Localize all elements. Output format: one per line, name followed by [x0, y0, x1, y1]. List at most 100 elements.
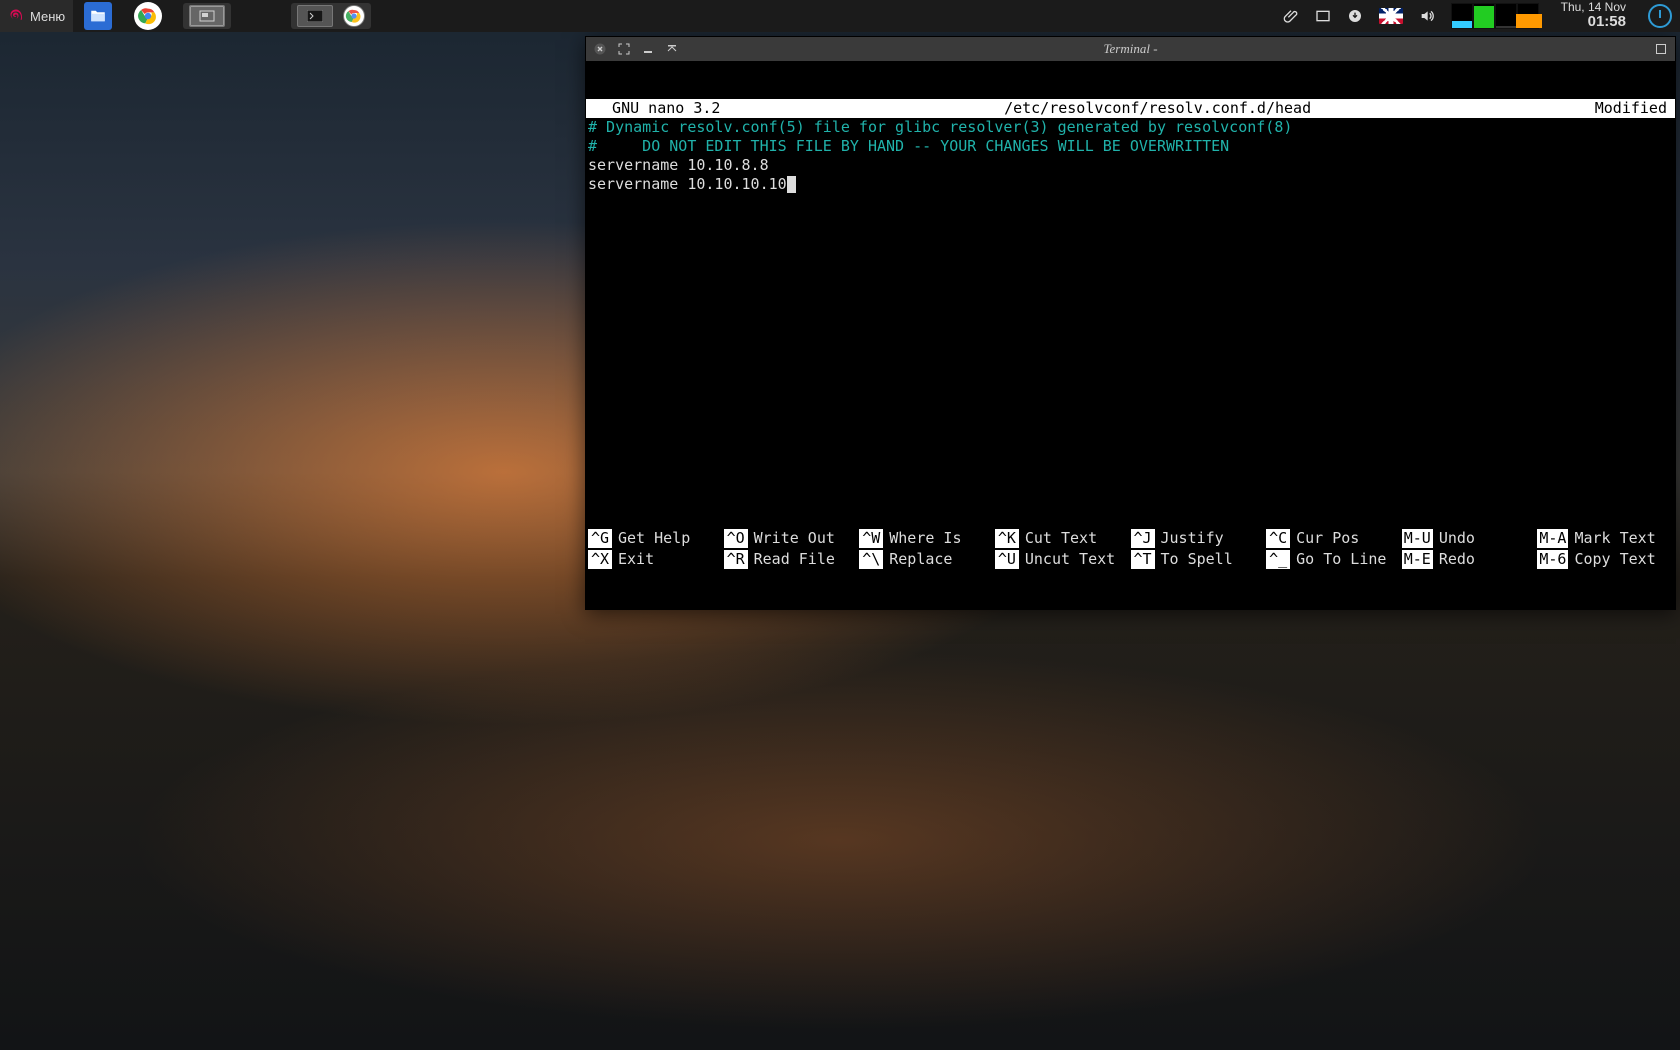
nano-shortcut: ^G Get Help	[588, 529, 724, 548]
download-circle-icon	[1347, 8, 1363, 24]
nano-status: Modified	[1587, 99, 1675, 118]
files-icon	[89, 7, 107, 25]
shortcut-key: ^C	[1266, 529, 1290, 548]
editor-line: # Dynamic resolv.conf(5) file for glibc …	[588, 118, 1673, 137]
shortcut-label: Undo	[1439, 529, 1475, 548]
window-close-button[interactable]	[590, 39, 610, 59]
clock-time: 01:58	[1561, 14, 1626, 31]
workspace-icon	[1315, 8, 1331, 24]
taskbar-group-1	[183, 3, 231, 29]
shortcut-label: Cut Text	[1025, 529, 1097, 548]
launcher-chrome[interactable]	[123, 0, 173, 32]
shortcut-key: ^X	[588, 550, 612, 569]
terminal-icon	[307, 10, 323, 22]
nano-shortcut: ^R Read File	[724, 550, 860, 569]
system-monitor-graph	[1451, 3, 1539, 29]
nano-shortcut: ^\ Replace	[859, 550, 995, 569]
nano-shortcut: ^T To Spell	[1131, 550, 1267, 569]
applications-menu-button[interactable]: Меню	[0, 0, 73, 32]
shortcut-label: Where Is	[889, 529, 961, 548]
speaker-icon	[1419, 8, 1435, 24]
minimize-icon	[642, 43, 654, 55]
shortcut-label: Copy Text	[1574, 550, 1655, 569]
nano-shortcut: ^_Go To Line	[1266, 550, 1402, 569]
window-minimize-button[interactable]	[638, 39, 658, 59]
close-icon	[594, 43, 606, 55]
chrome-icon	[137, 5, 159, 27]
window-maximize-button[interactable]	[1651, 39, 1671, 59]
tray-keyboard-layout[interactable]	[1371, 0, 1411, 32]
shortcut-key: ^R	[724, 550, 748, 569]
nano-shortcut: ^C Cur Pos	[1266, 529, 1402, 548]
shortcut-key: ^U	[995, 550, 1019, 569]
tray-system-monitor[interactable]	[1443, 0, 1547, 32]
shortcut-label: Cur Pos	[1296, 529, 1359, 548]
shortcut-label: Mark Text	[1574, 529, 1655, 548]
shortcut-label: To Spell	[1161, 550, 1233, 569]
top-panel: Меню	[0, 0, 1680, 32]
chrome-icon	[345, 7, 363, 25]
power-icon	[1648, 4, 1672, 28]
shortcut-key: ^J	[1131, 529, 1155, 548]
nano-shortcut: M-6 Copy Text	[1537, 550, 1673, 569]
shortcut-label: Exit	[618, 550, 654, 569]
tray-volume[interactable]	[1411, 0, 1443, 32]
shortcut-key: M-6	[1537, 550, 1568, 569]
debian-logo-icon	[8, 8, 24, 24]
nano-filename: /etc/resolvconf/resolv.conf.d/head	[728, 99, 1586, 118]
uk-flag-icon	[1379, 8, 1403, 24]
tray-clock[interactable]: Thu, 14 Nov 01:58	[1547, 0, 1640, 32]
shortcut-key: ^W	[859, 529, 883, 548]
nano-shortcuts-row1: ^G Get Help ^OWrite Out^W Where Is ^K Cut Tex…	[586, 529, 1675, 550]
window-titlebar[interactable]: Terminal -	[586, 37, 1675, 61]
nano-shortcut: ^W Where Is	[859, 529, 995, 548]
shortcut-key: ^G	[588, 529, 612, 548]
shortcut-label: Read File	[754, 550, 835, 569]
nano-shortcut: ^OWrite Out	[724, 529, 860, 548]
nano-shortcut: ^K Cut Text	[995, 529, 1131, 548]
shortcut-label: Get Help	[618, 529, 690, 548]
nano-header: GNU nano 3.2 /etc/resolvconf/resolv.conf…	[586, 99, 1675, 118]
shortcut-key: M-U	[1402, 529, 1433, 548]
shortcut-label: Replace	[889, 550, 952, 569]
shortcut-key: M-A	[1537, 529, 1568, 548]
shortcut-label: Uncut Text	[1025, 550, 1115, 569]
shortcut-label: Justify	[1161, 529, 1224, 548]
shortcut-label: Write Out	[754, 529, 835, 548]
text-cursor	[787, 176, 796, 193]
tray-workspace[interactable]	[1307, 0, 1339, 32]
editor-line: servername 10.10.8.8	[588, 156, 1673, 175]
window-title: Terminal -	[586, 41, 1675, 57]
nano-shortcut: M-A Mark Text	[1537, 529, 1673, 548]
window-fullscreen-button[interactable]	[614, 39, 634, 59]
tray-updates[interactable]	[1339, 0, 1371, 32]
launcher-files[interactable]	[73, 0, 123, 32]
terminal-viewport[interactable]: GNU nano 3.2 /etc/resolvconf/resolv.conf…	[586, 61, 1675, 609]
shortcut-key: ^T	[1131, 550, 1155, 569]
taskbar-window-desktop[interactable]	[189, 5, 225, 27]
tray-session[interactable]	[1640, 0, 1680, 32]
tray-attachment[interactable]	[1275, 0, 1307, 32]
taskbar-window-terminal[interactable]	[297, 5, 333, 27]
editor-line: # DO NOT EDIT THIS FILE BY HAND -- YOUR …	[588, 137, 1673, 156]
shortcut-key: M-E	[1402, 550, 1433, 569]
nano-shortcut: ^J Justify	[1131, 529, 1267, 548]
fullscreen-icon	[618, 43, 630, 55]
taskbar-window-chrome[interactable]	[343, 5, 365, 27]
nano-shortcut: M-E Redo	[1402, 550, 1538, 569]
nano-shortcut: ^X Exit	[588, 550, 724, 569]
nano-version: GNU nano 3.2	[586, 99, 728, 118]
nano-editor-body[interactable]: # Dynamic resolv.conf(5) file for glibc …	[586, 118, 1675, 529]
shortcut-key: ^\	[859, 550, 883, 569]
shade-up-icon	[666, 43, 678, 55]
maximize-icon	[1655, 43, 1667, 55]
shortcut-label: Redo	[1439, 550, 1475, 569]
taskbar-group-2	[291, 3, 371, 29]
menu-label: Меню	[30, 9, 65, 24]
nano-shortcut: ^U Uncut Text	[995, 550, 1131, 569]
shortcut-key: ^_	[1266, 550, 1290, 569]
window-shade-button[interactable]	[662, 39, 682, 59]
shortcut-key: ^K	[995, 529, 1019, 548]
editor-line: servername 10.10.10.10	[588, 175, 1673, 194]
nano-shortcut: M-U Undo	[1402, 529, 1538, 548]
